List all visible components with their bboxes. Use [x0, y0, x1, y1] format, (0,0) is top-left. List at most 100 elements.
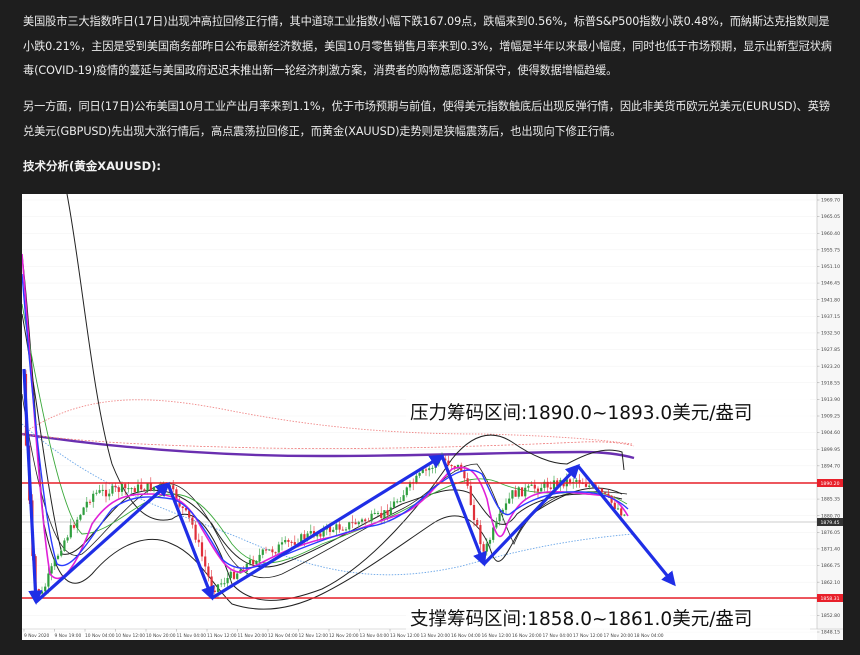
price-tick-label: 1885.35: [821, 497, 840, 503]
price-tick-label: 1941.80: [821, 297, 840, 303]
candle-body: [117, 487, 120, 492]
candle-body: [236, 573, 239, 579]
candle-body: [88, 501, 92, 503]
time-tick-label: 10 Nov 12:00: [116, 633, 146, 639]
time-tick-label: 17 Nov 04:00: [543, 633, 573, 639]
candle-body: [380, 512, 383, 518]
time-tick-label: 12 Nov 12:00: [299, 633, 329, 639]
time-tick-label: 10 Nov 20:00: [146, 633, 176, 639]
candle-body: [156, 486, 159, 488]
candle-body: [79, 514, 82, 520]
candle-body: [485, 543, 488, 552]
candle-body: [376, 512, 380, 514]
candle-body: [332, 529, 335, 532]
time-tick-label: 11 Nov 12:00: [207, 633, 237, 639]
resistance-price-tag-text: 1890.20: [821, 481, 840, 487]
candle-body: [76, 519, 79, 528]
price-tick-label: 1909.25: [821, 414, 840, 420]
time-tick-label: 13 Nov 20:00: [421, 633, 451, 639]
candle-body: [418, 472, 421, 476]
candle-body: [101, 489, 104, 491]
candle-body: [488, 539, 492, 544]
candle-body: [82, 507, 85, 515]
candle-body: [56, 555, 60, 559]
candle-body: [258, 554, 261, 562]
price-tick-label: 1918.55: [821, 380, 840, 386]
price-tick-label: 1937.15: [821, 314, 840, 320]
candle-body: [466, 478, 469, 486]
price-tick-label: 1871.40: [821, 547, 840, 553]
candle-body: [530, 484, 533, 486]
candle-body: [108, 493, 111, 497]
price-tick-label: 1946.45: [821, 281, 840, 287]
candle-body: [335, 524, 338, 530]
price-tick-label: 1960.40: [821, 231, 840, 237]
candle-body: [220, 583, 223, 585]
candle-body: [514, 490, 517, 497]
candle-body: [66, 537, 69, 541]
candle-body: [197, 539, 200, 543]
technical-analysis-heading: 技术分析(黄金XAUUSD):: [23, 159, 162, 173]
candle-body: [284, 540, 287, 543]
candle-body: [213, 590, 216, 593]
candle-body: [463, 470, 466, 479]
candle-body: [428, 468, 431, 471]
candle-body: [399, 501, 402, 503]
xauusd-price-chart: 1969.70 1965.05 1960.40 1955.75 1951.10 1946.…: [22, 194, 843, 640]
price-tick-label: 1932.50: [821, 331, 840, 337]
price-tick-label: 1913.90: [821, 397, 840, 403]
price-tick-label: 1951.10: [821, 264, 840, 270]
price-tick-label: 1927.85: [821, 347, 840, 353]
candle-body: [479, 525, 482, 545]
candle-body: [268, 549, 271, 551]
chart-canvas: 1969.70 1965.05 1960.40 1955.75 1951.10 1946.…: [22, 194, 843, 640]
candle-body: [124, 484, 127, 489]
candle-body: [226, 578, 229, 584]
candle-body: [354, 522, 357, 525]
candle-body: [511, 490, 514, 499]
current-price-tag-text: 1879.45: [821, 520, 840, 526]
candle-body: [450, 465, 453, 467]
time-tick-label: 16 Nov 20:00: [512, 633, 542, 639]
price-tick-label: 1862.10: [821, 580, 840, 586]
time-tick-label: 17 Nov 20:00: [604, 633, 634, 639]
candle-body: [104, 489, 108, 497]
candle-body: [95, 492, 98, 494]
candle-body: [348, 522, 351, 530]
candle-body: [133, 488, 136, 493]
candle-body: [520, 487, 524, 497]
candle-body: [434, 463, 437, 468]
candle-body: [92, 493, 95, 502]
candle-body: [383, 510, 386, 518]
candle-body: [181, 506, 184, 509]
candle-body: [405, 487, 408, 496]
candle-body: [136, 484, 140, 493]
candle-body: [232, 571, 236, 579]
candle-body: [277, 544, 280, 553]
candle-body: [149, 483, 152, 491]
candle-body: [130, 488, 133, 490]
candle-body: [351, 522, 354, 524]
price-tick-label: 1899.95: [821, 447, 840, 453]
time-tick-label: 12 Nov 20:00: [329, 633, 359, 639]
candle-body: [63, 540, 66, 551]
price-tick-label: 1923.20: [821, 364, 840, 370]
candle-body: [341, 529, 344, 531]
candle-body: [370, 513, 373, 522]
candle-body: [200, 542, 204, 557]
candle-body: [47, 573, 50, 587]
candle-body: [616, 508, 620, 510]
price-tick-label: 1848.15: [821, 630, 840, 636]
candle-body: [69, 525, 72, 538]
candle-body: [524, 487, 527, 497]
article-paragraph-2: 另一方面，同日(17日)公布美国10月工业产出月率来到1.1%，优于市场预期与前…: [23, 100, 830, 138]
candle-body: [114, 485, 117, 488]
candle-body: [392, 501, 396, 508]
candle-body: [424, 469, 428, 471]
price-tick-label: 1969.70: [821, 198, 840, 204]
candle-body: [498, 513, 501, 522]
candle-body: [552, 480, 556, 489]
candle-body: [600, 488, 604, 493]
candle-body: [309, 531, 312, 534]
candle-body: [194, 524, 197, 540]
